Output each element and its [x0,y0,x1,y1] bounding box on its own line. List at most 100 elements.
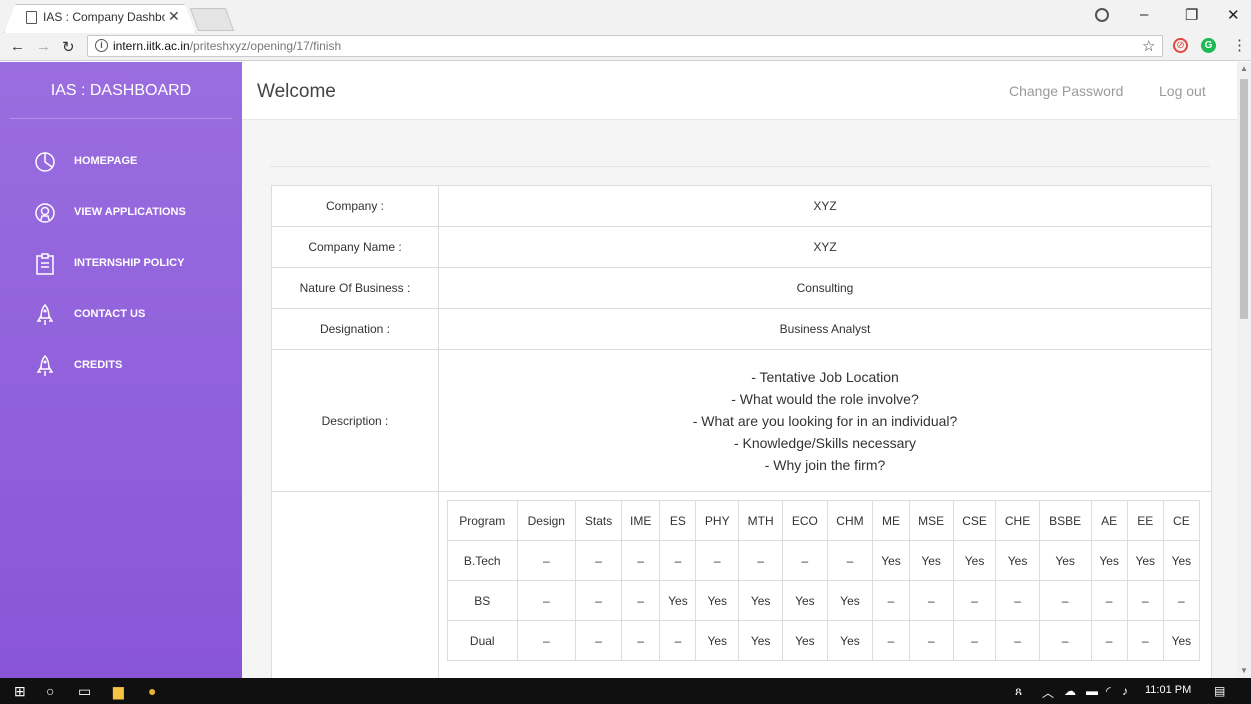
eligibility-cell: Yes [826,580,874,621]
info-icon[interactable]: i [95,39,108,52]
description-line: - Knowledge/Skills necessary [733,434,917,451]
notifications-icon[interactable]: ▤ [1214,684,1225,698]
eligibility-cell: – [575,580,623,621]
eligibility-cell: Yes [782,580,828,621]
eligibility-header-cell: CSE [952,500,997,541]
scroll-down-icon[interactable]: ▼ [1240,666,1248,675]
eligibility-cell: Yes [826,620,874,661]
file-explorer-icon[interactable]: ▆ [113,683,124,700]
description-line: - What would the role involve? [731,390,919,407]
search-icon[interactable]: ○ [46,683,54,699]
eligibility-cell: Yes [908,540,954,581]
eligibility-cell: – [1162,580,1201,621]
rocket-icon [34,303,56,326]
table-row: Designation : Business Analyst [271,308,1212,350]
sidebar-item-view-applications[interactable]: VIEW APPLICATIONS [0,202,242,253]
pie-chart-icon [34,151,56,173]
address-bar: ← → ↻ i intern.iitk.ac.in/priteshxyz/ope… [0,33,1251,61]
eligibility-cell: – [738,540,784,581]
back-icon[interactable]: ← [10,38,25,55]
eligibility-header-cell: IME [621,500,661,541]
chrome-icon[interactable]: ● [148,683,156,699]
new-tab-button[interactable] [189,8,235,31]
wifi-icon[interactable]: ◜ [1106,684,1111,698]
eligibility-cell: – [782,540,828,581]
scrollbar-thumb[interactable] [1240,79,1248,319]
eligibility-cell: – [908,580,954,621]
eligibility-header-cell: Design [516,500,577,541]
sidebar-item-credits[interactable]: CREDITS [0,354,242,406]
volume-icon[interactable]: ♪ [1122,684,1128,698]
people-icon[interactable]: ጸ [1015,684,1022,699]
close-window-icon[interactable]: ✕ [1227,6,1240,24]
restore-icon[interactable]: ❐ [1185,6,1198,24]
eligibility-cell: Yes [995,540,1040,581]
logout-link[interactable]: Log out [1159,83,1206,99]
table-row: Description : - Tentative Job Location -… [271,349,1212,492]
cloud-icon[interactable]: ☁ [1064,684,1076,698]
extension-grammarly-icon[interactable]: G [1201,38,1216,53]
bookmark-star-icon[interactable]: ☆ [1142,37,1155,55]
eligibility-cell: Yes [1126,540,1164,581]
eligibility-header-cell: AE [1090,500,1128,541]
browser-menu-icon[interactable]: ⋮ [1232,36,1247,54]
eligibility-header-cell: MTH [738,500,784,541]
eligibility-header-cell: Program [447,500,518,541]
eligibility-cell: – [908,620,954,661]
eligibility-cell: – [516,620,577,661]
table-row: Nature Of Business : Consulting [271,267,1212,309]
task-view-icon[interactable]: ▭ [78,683,91,700]
sidebar-brand[interactable]: IAS : DASHBOARD [10,62,232,119]
forward-icon[interactable]: → [36,38,51,55]
eligibility-header-cell: CHM [826,500,874,541]
eligibility-cell: – [1090,580,1128,621]
eligibility-cell: – [1126,580,1164,621]
sidebar-item-internship-policy[interactable]: INTERNSHIP POLICY [0,253,242,304]
scroll-up-icon[interactable]: ▲ [1240,64,1248,73]
description-line: - Tentative Job Location [751,368,899,385]
eligibility-cell: – [659,540,697,581]
battery-icon[interactable]: ▬ [1086,684,1098,698]
description-label: Description : [271,349,439,492]
eligibility-header-row: Program Design Stats IME ES PHY MTH ECO … [447,500,1201,541]
company-value: XYZ [438,185,1212,227]
clipboard-icon [34,253,56,275]
minimize-icon[interactable]: – [1140,6,1148,23]
eligibility-cell: – [621,540,661,581]
user-circle-icon [34,202,56,224]
browser-tabstrip: IAS : Company Dashboar ✕ – ❐ ✕ [0,0,1251,33]
eligibility-cell: – [952,580,997,621]
tab-title[interactable]: IAS : Company Dashboar [43,10,165,24]
rocket-icon [34,354,56,377]
table-row: Company Name : XYZ [271,226,1212,268]
eligibility-header-cell: ES [659,500,697,541]
company-label: Company : [271,185,439,227]
tab-close-icon[interactable]: ✕ [168,8,180,25]
eligibility-cell: – [695,540,740,581]
sidebar-item-contact-us[interactable]: CONTACT US [0,303,242,355]
eligibility-cell: – [1038,580,1092,621]
url-input[interactable]: i intern.iitk.ac.in/priteshxyz/opening/1… [87,35,1163,57]
eligibility-cell: Yes [1162,540,1201,581]
eligibility-cell: – [575,540,623,581]
divider [270,166,1210,167]
profile-icon[interactable] [1095,8,1109,22]
sidebar-item-label: VIEW APPLICATIONS [74,206,186,218]
page-scrollbar[interactable]: ▲ ▼ [1237,62,1251,678]
change-password-link[interactable]: Change Password [1009,83,1123,99]
sidebar-item-homepage[interactable]: HOMEPAGE [0,151,242,202]
extension-block-icon[interactable]: ⊘ [1173,38,1188,53]
description-line: - Why join the firm? [764,456,886,473]
reload-icon[interactable]: ↻ [62,38,75,56]
eligibility-label: Eligibilty : [271,491,439,678]
top-navbar: Welcome Change Password Log out [242,62,1237,120]
eligibility-header-cell: CHE [995,500,1040,541]
eligibility-cell: – [659,620,697,661]
eligibility-cell: Yes [738,580,784,621]
designation-value: Business Analyst [438,308,1212,350]
windows-start-icon[interactable]: ⊞ [14,683,26,700]
clock[interactable]: 11:01 PM [1145,684,1191,696]
eligibility-row: BS – – – Yes Yes Yes Yes Yes – – – – – –… [447,580,1201,621]
tray-expand-icon[interactable]: ︿ [1042,684,1054,701]
eligibility-cell: – [1038,620,1092,661]
